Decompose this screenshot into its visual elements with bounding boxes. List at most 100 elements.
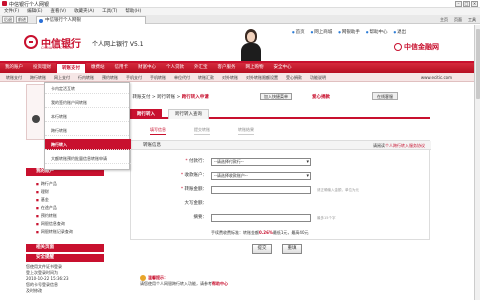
subnav-item[interactable]: 网上支付 xyxy=(50,73,74,81)
remark-input[interactable] xyxy=(211,214,311,222)
donation-link[interactable]: 爱心捐款 xyxy=(312,94,330,100)
dropdown-item[interactable]: 本行转账 xyxy=(45,111,131,122)
top-link-help[interactable]: 帮助中心 xyxy=(366,29,388,35)
menu-help[interactable]: 帮助(H) xyxy=(125,8,141,15)
subnav-item[interactable]: 转账支付 xyxy=(2,73,26,81)
home-button[interactable]: 主页 xyxy=(440,16,448,23)
nav-item[interactable]: 个人贷款 xyxy=(161,63,189,73)
page-button[interactable]: 页面 xyxy=(454,16,462,23)
nav-item[interactable]: 客户服务 xyxy=(213,63,241,73)
fee-standard: 手续费收费标准：转账金额0.26%最低1元，最高40元 xyxy=(211,230,309,235)
nav-item[interactable]: 缴费站 xyxy=(86,63,110,73)
tab-transfer-in[interactable]: 跨行转入 xyxy=(130,109,162,119)
step-result: 转账结果 xyxy=(238,127,254,135)
subnav-item[interactable]: 受心捐款 xyxy=(282,73,306,81)
payee-account-label: * 收款账户： xyxy=(180,173,207,178)
submit-button[interactable]: 提交 xyxy=(252,244,272,254)
amount-label: * 转账金额： xyxy=(180,187,207,192)
dropdown-item[interactable]: 跨行转账 xyxy=(45,125,131,136)
subnav-item[interactable]: 功能说明 xyxy=(306,73,330,81)
nav-item[interactable]: 投资理财 xyxy=(28,63,56,73)
payer-bank-select[interactable]: --请选择付款行-- xyxy=(211,158,311,166)
subnav-item[interactable]: 预约转账 xyxy=(98,73,122,81)
tab-transfer-in-query[interactable]: 跨行转入查询 xyxy=(168,109,209,119)
nav-item[interactable]: 外汇宝 xyxy=(189,63,213,73)
payee-account-row: * 收款账户： --请选择收款账户-- xyxy=(131,171,431,181)
sidebar-item[interactable]: 预约转账 xyxy=(26,212,104,220)
tips-title: 温馨提示： xyxy=(148,275,168,280)
agreement-hint-prefix: 请阅读 xyxy=(373,143,385,148)
sidebar-item[interactable]: 网银信息查询 xyxy=(26,220,104,228)
transfer-form: 转账信息 请阅读个人跨行转入服务协议 * 付款行： --请选择付款行-- * 收… xyxy=(130,140,431,240)
agreement-link[interactable]: 个人跨行转入服务协议 xyxy=(385,143,425,148)
top-link-mall[interactable]: 网上商城 xyxy=(311,29,332,35)
forward-button[interactable]: 前进 xyxy=(16,16,28,23)
nav-item[interactable]: 财富中心 xyxy=(133,63,161,73)
top-link-home[interactable]: 首页 xyxy=(292,29,305,35)
subnav-item[interactable]: 手机转账 xyxy=(146,73,170,81)
amount-input[interactable] xyxy=(211,186,311,194)
subnav-item[interactable]: 对外转账 xyxy=(218,73,242,81)
add-shortcut-button[interactable]: 加入快捷菜单 xyxy=(260,93,292,100)
window-title: 中信银行个人网银 xyxy=(9,2,50,8)
step-submit: 提交转账 xyxy=(194,127,210,135)
menu-edit[interactable]: 编辑(E) xyxy=(27,8,42,15)
tips-text: 请您使用个人网银跨行转入功能，请参考 xyxy=(140,281,212,286)
nav-item-active[interactable]: 转账支付 xyxy=(56,63,86,73)
sidebar-list: 跨行产品 理财 基金 在途产品 预约转账 网银信息查询 网银转账记录查询 xyxy=(26,180,104,236)
subnav-item[interactable]: 转账汇款 xyxy=(194,73,218,81)
tab-favicon-icon xyxy=(39,19,43,23)
menu-view[interactable]: 查看(V) xyxy=(50,8,66,15)
close-button[interactable]: × xyxy=(471,1,478,7)
citic-finance-tag[interactable]: 中信金融网 xyxy=(394,42,439,52)
vertical-scrollbar[interactable] xyxy=(474,25,480,300)
scrollbar-thumb[interactable] xyxy=(476,29,480,99)
sidebar-item[interactable]: 在途产品 xyxy=(26,204,104,212)
step-fill-info: 填写信息 xyxy=(150,127,166,135)
site-url: www.ecitic.com xyxy=(420,75,452,80)
sidebar-item[interactable]: 基金 xyxy=(26,196,104,204)
form-header: 转账信息 请阅读个人跨行转入服务协议 xyxy=(131,141,431,150)
maximize-button[interactable]: □ xyxy=(463,1,470,7)
tools-button[interactable]: 工具 xyxy=(468,16,476,23)
top-link-assistant[interactable]: 网银助手 xyxy=(338,29,360,35)
tips: 温馨提示： 请您使用个人网银跨行转入功能，请参考帮助中心 xyxy=(140,275,228,287)
nav-item[interactable]: 网上购物 xyxy=(241,63,269,73)
menu-file[interactable]: 文件(F) xyxy=(4,8,19,15)
nav-item[interactable]: 安全中心 xyxy=(269,63,297,73)
subnav-item[interactable]: 行内转账 xyxy=(74,73,98,81)
dropdown-item[interactable]: 卡内定活互转 xyxy=(45,83,131,94)
browser-tab[interactable]: 中信银行个人网银 xyxy=(36,16,146,24)
related-pages-title[interactable]: 相关页面 xyxy=(26,244,104,252)
subnav-item[interactable]: 对外转账限额设置 xyxy=(242,73,282,81)
sidebar-item[interactable]: 理财 xyxy=(26,188,104,196)
amount-row: * 转账金额： 请正确输入金额，单位为元 xyxy=(131,185,431,195)
dropdown-item[interactable]: 我的签约账户间转账 xyxy=(45,97,131,108)
sidebar-item[interactable]: 网银转账记录查询 xyxy=(26,228,104,236)
subnav-item[interactable]: 单位代付 xyxy=(170,73,194,81)
citic-logo-icon xyxy=(24,35,38,49)
reset-button[interactable]: 重填 xyxy=(282,244,302,254)
menu-tools[interactable]: 工具(T) xyxy=(102,8,117,15)
window-titlebar: 中信银行个人网银 – □ × xyxy=(0,0,480,8)
subnav-item[interactable]: 手机支付 xyxy=(122,73,146,81)
subnav-item[interactable]: 跨行转账 xyxy=(26,73,50,81)
top-link-logout[interactable]: 退出 xyxy=(394,29,406,35)
nav-item[interactable]: 我的账户 xyxy=(0,63,28,73)
back-button[interactable]: 后退 xyxy=(2,16,14,23)
online-service-button[interactable]: 在线客服 xyxy=(372,92,398,100)
bank-header: 中信银行 CHINA CITIC BANK 个人网上银行 V5.1 首页 网上商… xyxy=(0,25,480,61)
dropdown-item-selected[interactable]: 跨行转入 xyxy=(45,139,131,150)
form-header-title: 转账信息 xyxy=(143,143,161,148)
sidebar-item[interactable]: 跨行产品 xyxy=(26,180,104,188)
logo-english: CHINA CITIC BANK xyxy=(41,46,74,50)
dropdown-item[interactable]: 大额转账预约批量信息转账申请 xyxy=(45,153,131,164)
minimize-button[interactable]: – xyxy=(455,1,462,7)
transfer-dropdown-menu: 卡内定活互转 我的签约账户间转账 本行转账 跨行转账 跨行转入 大额转账预约批量… xyxy=(44,82,131,170)
payee-account-select[interactable]: --请选择收款账户-- xyxy=(211,172,311,180)
safety-title[interactable]: 安全提醒 xyxy=(26,254,104,262)
tips-link[interactable]: 帮助中心 xyxy=(212,281,228,286)
menu-favorites[interactable]: 收藏夹(A) xyxy=(74,8,94,15)
nav-item[interactable]: 信用卡 xyxy=(110,63,134,73)
notice-line[interactable]: 及时修改 xyxy=(26,288,104,294)
